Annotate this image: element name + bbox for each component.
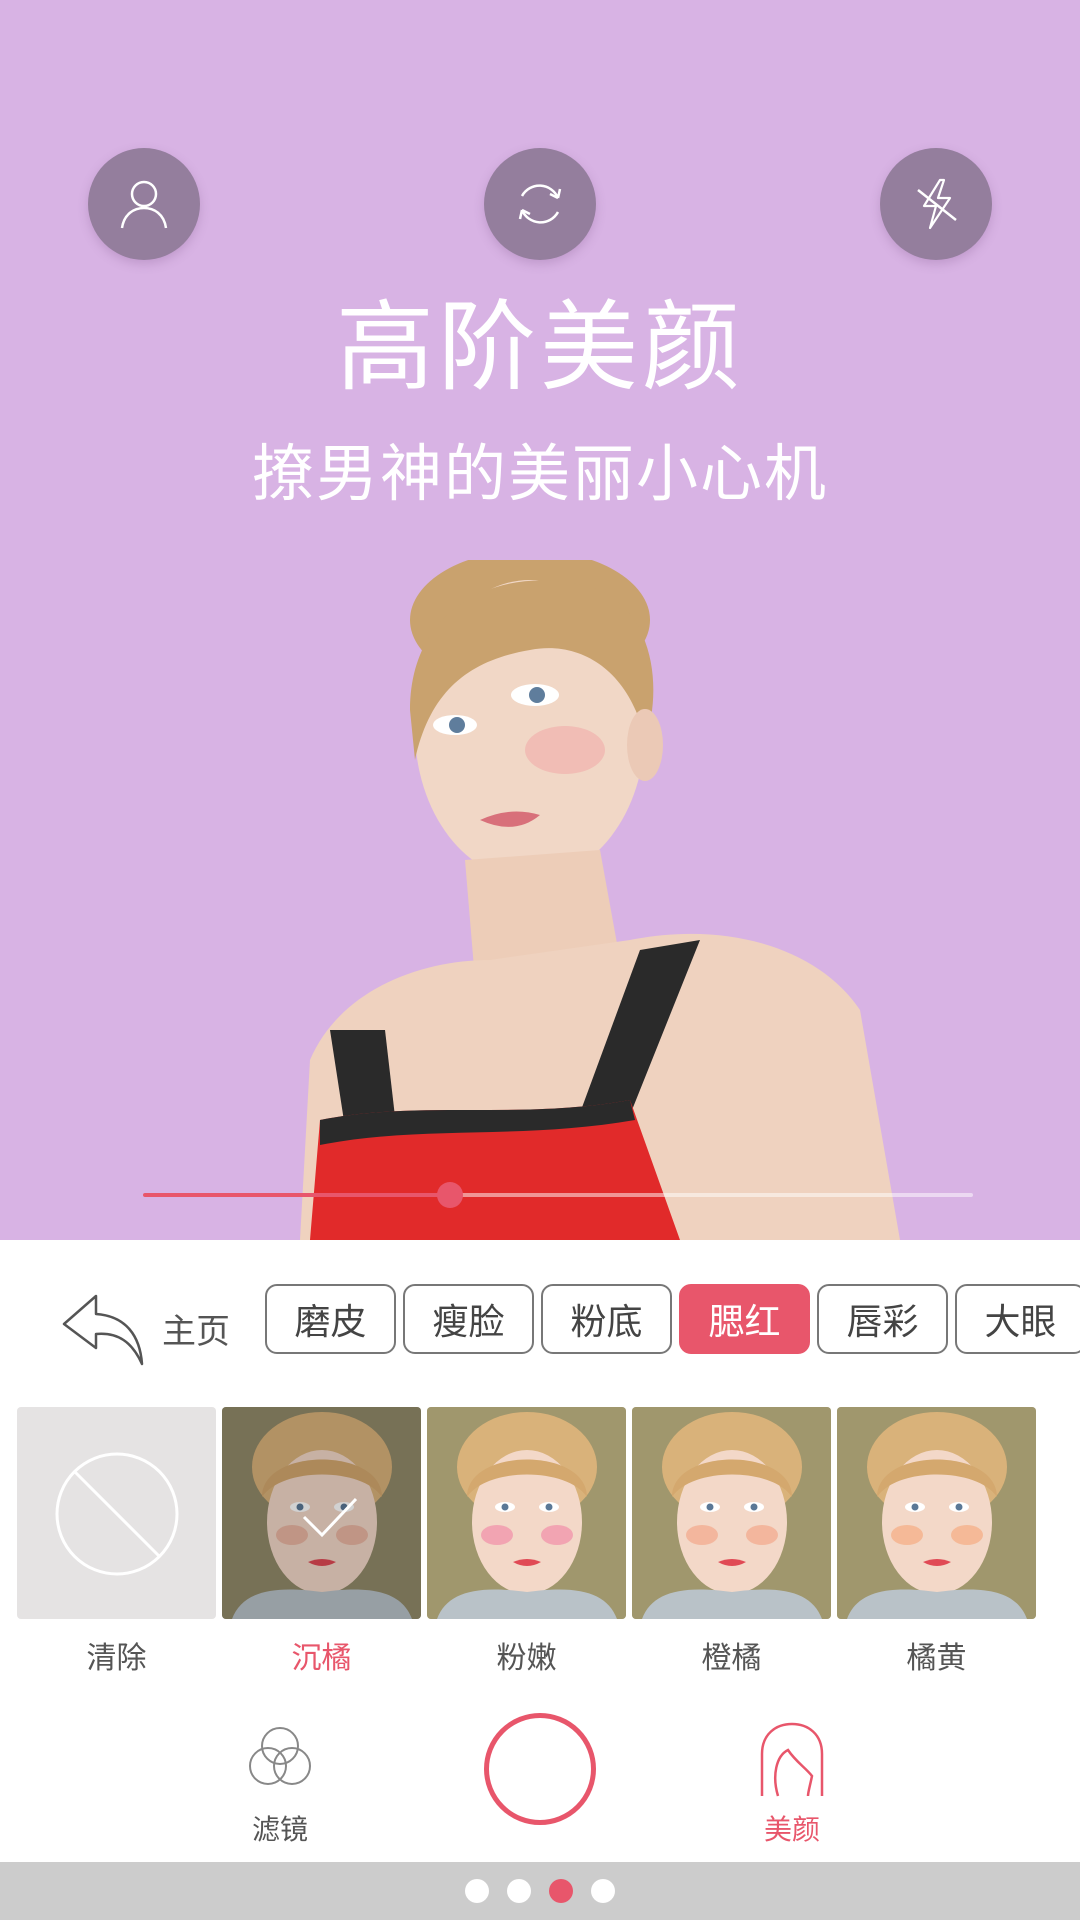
switch-camera-button[interactable] [484,148,596,260]
effect-item-1[interactable]: 沉橘 [222,1407,421,1677]
bottom-bar: 滤镜 美颜 [0,1700,1080,1860]
clear-thumbnail [17,1407,216,1619]
back-arrow-icon [62,1294,144,1366]
headline: 高阶美颜 [335,291,744,405]
intensity-slider[interactable] [143,1182,973,1208]
effect-thumbnail [837,1407,1036,1619]
effect-thumbnail [427,1407,626,1619]
shutter-button[interactable] [484,1713,596,1825]
effect-label: 沉橘 [291,1641,352,1676]
tab-0[interactable]: 磨皮 [265,1284,396,1354]
effect-thumbnail [632,1407,831,1619]
tab-3[interactable]: 腮红 [679,1284,810,1354]
page-indicator [0,1862,1080,1920]
no-effect-icon [55,1452,179,1576]
effect-item-4[interactable]: 橘黄 [837,1407,1036,1677]
effect-item-2[interactable]: 粉嫩 [427,1407,626,1677]
effect-label: 橘黄 [906,1641,967,1676]
filter-label: 滤镜 [251,1813,308,1846]
profile-icon [120,180,168,229]
model-photo [300,560,900,1240]
home-button[interactable]: 主页 [60,1288,260,1368]
effect-thumbnail [222,1407,421,1619]
switch-camera-icon [518,184,562,224]
effect-item-0[interactable]: 清除 [17,1407,216,1677]
tab-5[interactable]: 大眼 [955,1284,1080,1354]
feature-tabs: 磨皮 瘦脸 粉底 腮红 唇彩 大眼 [265,1284,1080,1354]
makeup-toolbar: 主页 磨皮 瘦脸 粉底 腮红 唇彩 大眼 [0,1270,1080,1370]
page-dot[interactable] [465,1879,489,1903]
beauty-label: 美颜 [763,1813,820,1846]
page-dot[interactable] [591,1879,615,1903]
flash-button[interactable] [880,148,992,260]
camera-preview[interactable]: 高阶美颜 撩男神的美丽小心机 [0,0,1080,1240]
effect-label: 粉嫩 [496,1641,557,1676]
slider-thumb[interactable] [437,1182,464,1208]
page-dot[interactable] [549,1879,573,1903]
filter-circles-icon [249,1727,311,1785]
subline: 撩男神的美丽小心机 [251,437,828,510]
tab-4[interactable]: 唇彩 [817,1284,948,1354]
tab-2[interactable]: 粉底 [541,1284,672,1354]
effect-label: 橙橘 [701,1641,762,1676]
beauty-face-icon [760,1722,824,1797]
page-dot[interactable] [507,1879,531,1903]
blush-effects: 清除 沉橘 粉嫩 橙橘 橘黄 [17,1407,1036,1677]
profile-button[interactable] [88,148,200,260]
slider-fill [143,1193,451,1197]
effect-item-3[interactable]: 橙橘 [632,1407,831,1677]
filter-button[interactable]: 滤镜 [230,1720,330,1848]
flash-off-icon [917,178,957,230]
home-label: 主页 [162,1311,230,1352]
tab-1[interactable]: 瘦脸 [403,1284,534,1354]
beauty-button[interactable]: 美颜 [742,1720,842,1848]
effect-label: 清除 [86,1641,147,1676]
checkmark-icon [302,1495,358,1543]
